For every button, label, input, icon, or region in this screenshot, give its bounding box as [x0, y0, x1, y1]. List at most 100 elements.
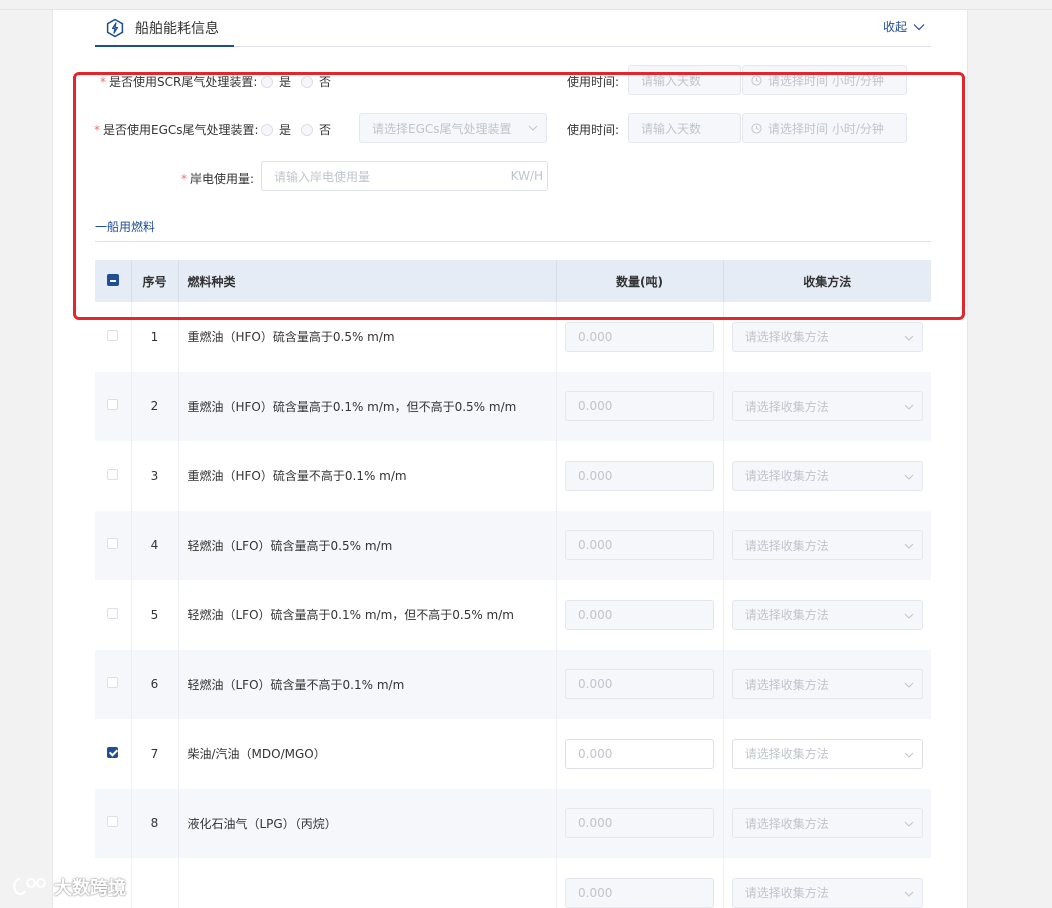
quantity-input[interactable]: 0.000	[565, 321, 714, 352]
row-fuel-type: 重燃油（HFO）硫含量高于0.5% m/m	[178, 302, 557, 372]
row-select-cell[interactable]	[95, 649, 132, 719]
scr-radio-yes[interactable]: 是	[261, 73, 291, 90]
row-select-cell[interactable]	[95, 580, 132, 650]
row-index: 7	[131, 719, 179, 789]
row-select-cell[interactable]	[95, 371, 132, 441]
row-checkbox[interactable]	[107, 538, 119, 550]
egcs-label: * 是否使用EGCs尾气处理装置:	[94, 123, 259, 137]
row-quantity-cell: 0.000	[556, 858, 724, 908]
chevron-down-icon	[904, 682, 914, 688]
collapse-label: 收起	[882, 20, 907, 34]
row-select-cell[interactable]	[95, 719, 132, 789]
method-select[interactable]: 请选择收集方法	[731, 738, 923, 769]
row-fuel-type: 轻燃油（LFO）硫含量不高于0.1% m/m	[178, 649, 557, 719]
row-index: 5	[131, 580, 179, 650]
row-select-cell[interactable]	[95, 302, 132, 372]
row-method-cell: 请选择收集方法	[723, 788, 931, 858]
row-checkbox[interactable]	[107, 399, 119, 411]
row-checkbox[interactable]	[107, 677, 119, 689]
method-select[interactable]: 请选择收集方法	[731, 530, 923, 561]
egcs-time-picker[interactable]: 请选择时间 小时/分钟	[742, 113, 907, 143]
row-quantity-cell: 0.000	[556, 302, 724, 372]
method-select[interactable]: 请选择收集方法	[731, 877, 923, 908]
method-select[interactable]: 请选择收集方法	[731, 669, 923, 700]
quantity-input[interactable]: 0.000	[565, 530, 714, 561]
row-index	[131, 858, 179, 908]
select-all-checkbox[interactable]	[106, 273, 119, 286]
chevron-down-icon	[904, 474, 914, 480]
shore-power-label: * 岸电使用量:	[181, 172, 255, 186]
quantity-input[interactable]: 0.000	[565, 808, 714, 839]
row-quantity-cell: 0.000	[556, 441, 724, 511]
quantity-input[interactable]: 0.000	[565, 460, 714, 491]
col-fuel-type: 燃料种类	[178, 260, 557, 302]
energy-icon	[106, 18, 124, 37]
watermark: 大数跨境	[10, 874, 126, 900]
row-checkbox[interactable]	[107, 329, 119, 341]
chevron-down-icon	[904, 543, 914, 549]
row-quantity-cell: 0.000	[556, 371, 724, 441]
row-select-cell[interactable]	[95, 788, 132, 858]
shore-power-input[interactable]: 请输入岸电使用量 KW/H	[261, 161, 548, 191]
egcs-device-select[interactable]: 请选择EGCs尾气处理装置	[359, 113, 547, 143]
row-quantity-cell: 0.000	[556, 719, 724, 789]
quantity-input[interactable]: 0.000	[565, 738, 714, 769]
row-fuel-type	[178, 858, 557, 908]
table-row: 3 重燃油（HFO）硫含量不高于0.1% m/m 0.000 请选择收集方法	[95, 441, 931, 511]
fuel-subsection-title: 一船用燃料	[95, 220, 156, 234]
egcs-radio-yes[interactable]: 是	[261, 121, 291, 138]
method-select[interactable]: 请选择收集方法	[731, 808, 923, 839]
row-quantity-cell: 0.000	[556, 580, 724, 650]
quantity-input[interactable]: 0.000	[565, 669, 714, 700]
row-method-cell: 请选择收集方法	[723, 858, 931, 908]
method-select[interactable]: 请选择收集方法	[731, 391, 923, 422]
row-checkbox[interactable]	[107, 607, 119, 619]
col-method: 收集方法	[723, 260, 931, 302]
method-select[interactable]: 请选择收集方法	[731, 321, 923, 352]
watermark-logo-icon	[13, 877, 46, 896]
row-quantity-cell: 0.000	[556, 649, 724, 719]
chevron-down-icon	[904, 821, 914, 827]
table-row: 0.000 请选择收集方法	[95, 858, 931, 908]
row-fuel-type: 液化石油气（LPG）（丙烷）	[178, 788, 557, 858]
row-fuel-type: 轻燃油（LFO）硫含量高于0.1% m/m，但不高于0.5% m/m	[178, 580, 557, 650]
collapse-toggle[interactable]: 收起	[883, 18, 925, 35]
row-checkbox[interactable]	[107, 816, 119, 828]
section-header: 船舶能耗信息 收起	[95, 10, 931, 47]
row-method-cell: 请选择收集方法	[723, 302, 931, 372]
table-row: 8 液化石油气（LPG）（丙烷） 0.000 请选择收集方法	[95, 788, 931, 858]
table-row: 7 柴油/汽油（MDO/MGO） 0.000 请选择收集方法	[95, 719, 931, 789]
method-select[interactable]: 请选择收集方法	[731, 599, 923, 630]
section-tab[interactable]: 船舶能耗信息	[95, 10, 234, 47]
row-checkbox[interactable]	[107, 468, 119, 480]
row-select-cell[interactable]	[95, 441, 132, 511]
row-method-cell: 请选择收集方法	[723, 719, 931, 789]
row-index: 4	[131, 510, 179, 580]
col-quantity: 数量(吨)	[556, 260, 724, 302]
chevron-down-icon	[904, 613, 914, 619]
quantity-input[interactable]: 0.000	[565, 599, 714, 630]
main-panel: 船舶能耗信息 收起 * 是否使用SCR尾气处理装置: 是 否 使用时间: 请输入天…	[52, 10, 968, 908]
row-checkbox[interactable]	[107, 746, 119, 758]
quantity-input[interactable]: 0.000	[565, 877, 714, 908]
radio-circle	[301, 75, 313, 88]
row-quantity-cell: 0.000	[556, 510, 724, 580]
radio-circle	[261, 75, 273, 88]
divider	[95, 241, 931, 242]
quantity-input[interactable]: 0.000	[565, 391, 714, 422]
row-index: 6	[131, 649, 179, 719]
scr-time-picker[interactable]: 请选择时间 小时/分钟	[742, 65, 907, 95]
scr-days-input[interactable]: 请输入天数	[628, 65, 741, 95]
method-select[interactable]: 请选择收集方法	[731, 460, 923, 491]
egcs-radio-no[interactable]: 否	[301, 121, 331, 138]
scr-radio-no[interactable]: 否	[301, 73, 331, 90]
select-all-cell[interactable]	[95, 260, 132, 302]
table-header-row: 序号 燃料种类 数量(吨) 收集方法	[95, 260, 931, 302]
row-select-cell[interactable]	[95, 510, 132, 580]
row-index: 3	[131, 441, 179, 511]
egcs-days-input[interactable]: 请输入天数	[628, 113, 741, 143]
row-fuel-type: 重燃油（HFO）硫含量高于0.1% m/m，但不高于0.5% m/m	[178, 371, 557, 441]
unit-suffix: KW/H	[510, 169, 543, 183]
scr-time-label: 使用时间:	[567, 75, 620, 89]
row-method-cell: 请选择收集方法	[723, 371, 931, 441]
